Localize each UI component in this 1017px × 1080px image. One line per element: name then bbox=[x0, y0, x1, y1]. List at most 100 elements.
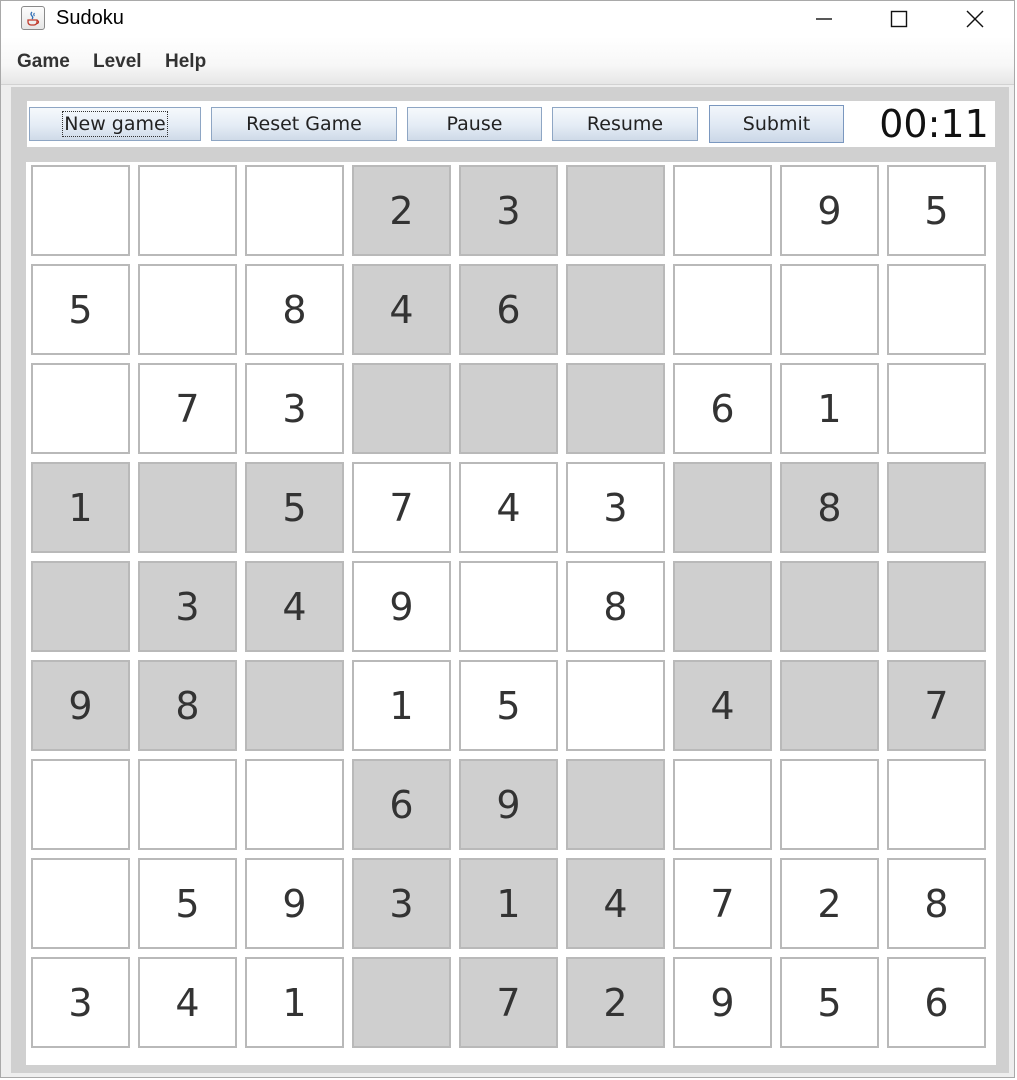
board-cell[interactable] bbox=[566, 660, 665, 751]
close-icon bbox=[966, 10, 984, 28]
board-cell[interactable] bbox=[887, 363, 986, 454]
board-cell[interactable]: 1 bbox=[31, 462, 130, 553]
reset-game-button[interactable]: Reset Game bbox=[211, 107, 397, 141]
board-cell[interactable] bbox=[673, 462, 772, 553]
board-cell[interactable] bbox=[887, 264, 986, 355]
board-cell[interactable]: 2 bbox=[780, 858, 879, 949]
board-cell[interactable]: 7 bbox=[138, 363, 237, 454]
board-cell[interactable]: 3 bbox=[352, 858, 451, 949]
board-cell[interactable]: 4 bbox=[673, 660, 772, 751]
board-cell[interactable] bbox=[245, 759, 344, 850]
close-button[interactable] bbox=[945, 1, 1005, 37]
board-cell[interactable] bbox=[780, 660, 879, 751]
board-cell[interactable]: 2 bbox=[352, 165, 451, 256]
board-cell[interactable] bbox=[887, 462, 986, 553]
board-cell[interactable]: 9 bbox=[31, 660, 130, 751]
board-cell[interactable] bbox=[673, 759, 772, 850]
board-cell[interactable] bbox=[459, 561, 558, 652]
board-cell[interactable]: 6 bbox=[887, 957, 986, 1048]
maximize-icon bbox=[890, 10, 908, 28]
new-game-label: New game bbox=[62, 111, 168, 137]
board-cell[interactable]: 4 bbox=[245, 561, 344, 652]
board-cell[interactable]: 6 bbox=[459, 264, 558, 355]
board-cell[interactable]: 9 bbox=[780, 165, 879, 256]
board-cell[interactable] bbox=[138, 264, 237, 355]
board-cell[interactable]: 3 bbox=[566, 462, 665, 553]
board-cell[interactable]: 1 bbox=[780, 363, 879, 454]
board-cell[interactable] bbox=[31, 363, 130, 454]
board-cell[interactable] bbox=[566, 759, 665, 850]
minimize-icon bbox=[816, 18, 832, 20]
board-cell[interactable]: 4 bbox=[352, 264, 451, 355]
board-cell[interactable] bbox=[138, 462, 237, 553]
board-cell[interactable]: 2 bbox=[566, 957, 665, 1048]
board-cell[interactable] bbox=[459, 363, 558, 454]
menu-level[interactable]: Level bbox=[93, 51, 142, 73]
menu-bar: Game Level Help bbox=[1, 37, 1014, 85]
board-cell[interactable]: 9 bbox=[459, 759, 558, 850]
board-cell[interactable] bbox=[31, 561, 130, 652]
board-cell[interactable]: 1 bbox=[352, 660, 451, 751]
board-cell[interactable]: 7 bbox=[887, 660, 986, 751]
board-cell[interactable]: 7 bbox=[459, 957, 558, 1048]
board-cell[interactable]: 5 bbox=[31, 264, 130, 355]
board-cell[interactable] bbox=[566, 363, 665, 454]
submit-button[interactable]: Submit bbox=[709, 105, 844, 143]
board-cell[interactable]: 7 bbox=[673, 858, 772, 949]
board-cell[interactable]: 1 bbox=[245, 957, 344, 1048]
board-cell[interactable]: 8 bbox=[138, 660, 237, 751]
board-cell[interactable]: 5 bbox=[459, 660, 558, 751]
board-cell[interactable] bbox=[245, 660, 344, 751]
board-cell[interactable] bbox=[566, 165, 665, 256]
board-cell[interactable]: 5 bbox=[138, 858, 237, 949]
board-cell[interactable]: 6 bbox=[352, 759, 451, 850]
reset-game-label: Reset Game bbox=[246, 113, 362, 135]
board-cell[interactable] bbox=[31, 165, 130, 256]
board-cell[interactable] bbox=[780, 264, 879, 355]
resume-button[interactable]: Resume bbox=[552, 107, 698, 141]
board-cell[interactable]: 8 bbox=[566, 561, 665, 652]
board-cell[interactable] bbox=[566, 264, 665, 355]
board-cell[interactable] bbox=[352, 957, 451, 1048]
maximize-button[interactable] bbox=[869, 1, 929, 37]
board-cell[interactable]: 8 bbox=[245, 264, 344, 355]
board-cell[interactable]: 8 bbox=[887, 858, 986, 949]
toolbar: New game Reset Game Pause Resume Submit … bbox=[27, 101, 995, 147]
pause-button[interactable]: Pause bbox=[407, 107, 542, 141]
new-game-button[interactable]: New game bbox=[29, 107, 201, 141]
board-cell[interactable]: 7 bbox=[352, 462, 451, 553]
board-cell[interactable] bbox=[673, 165, 772, 256]
board-cell[interactable]: 3 bbox=[459, 165, 558, 256]
board-cell[interactable] bbox=[138, 165, 237, 256]
board-cell[interactable]: 9 bbox=[352, 561, 451, 652]
board-cell[interactable]: 4 bbox=[566, 858, 665, 949]
board-cell[interactable] bbox=[352, 363, 451, 454]
board-cell[interactable] bbox=[673, 561, 772, 652]
menu-game[interactable]: Game bbox=[17, 51, 70, 73]
board-cell[interactable] bbox=[31, 759, 130, 850]
board-cell[interactable]: 3 bbox=[31, 957, 130, 1048]
board-cell[interactable]: 3 bbox=[138, 561, 237, 652]
board-cell[interactable] bbox=[780, 759, 879, 850]
board-cell[interactable]: 9 bbox=[673, 957, 772, 1048]
board-cell[interactable]: 3 bbox=[245, 363, 344, 454]
board-cell[interactable]: 4 bbox=[138, 957, 237, 1048]
board-cell[interactable]: 9 bbox=[245, 858, 344, 949]
board-cell[interactable]: 5 bbox=[887, 165, 986, 256]
board-cell[interactable]: 5 bbox=[245, 462, 344, 553]
resume-label: Resume bbox=[586, 113, 664, 135]
board-cell[interactable]: 6 bbox=[673, 363, 772, 454]
board-cell[interactable]: 8 bbox=[780, 462, 879, 553]
board-cell[interactable] bbox=[887, 759, 986, 850]
board-cell[interactable] bbox=[780, 561, 879, 652]
board-cell[interactable] bbox=[138, 759, 237, 850]
board-cell[interactable] bbox=[887, 561, 986, 652]
minimize-button[interactable] bbox=[794, 1, 854, 37]
board-cell[interactable]: 1 bbox=[459, 858, 558, 949]
board-cell[interactable] bbox=[673, 264, 772, 355]
board-cell[interactable]: 5 bbox=[780, 957, 879, 1048]
board-cell[interactable]: 4 bbox=[459, 462, 558, 553]
menu-help[interactable]: Help bbox=[165, 51, 206, 73]
board-cell[interactable] bbox=[245, 165, 344, 256]
board-cell[interactable] bbox=[31, 858, 130, 949]
